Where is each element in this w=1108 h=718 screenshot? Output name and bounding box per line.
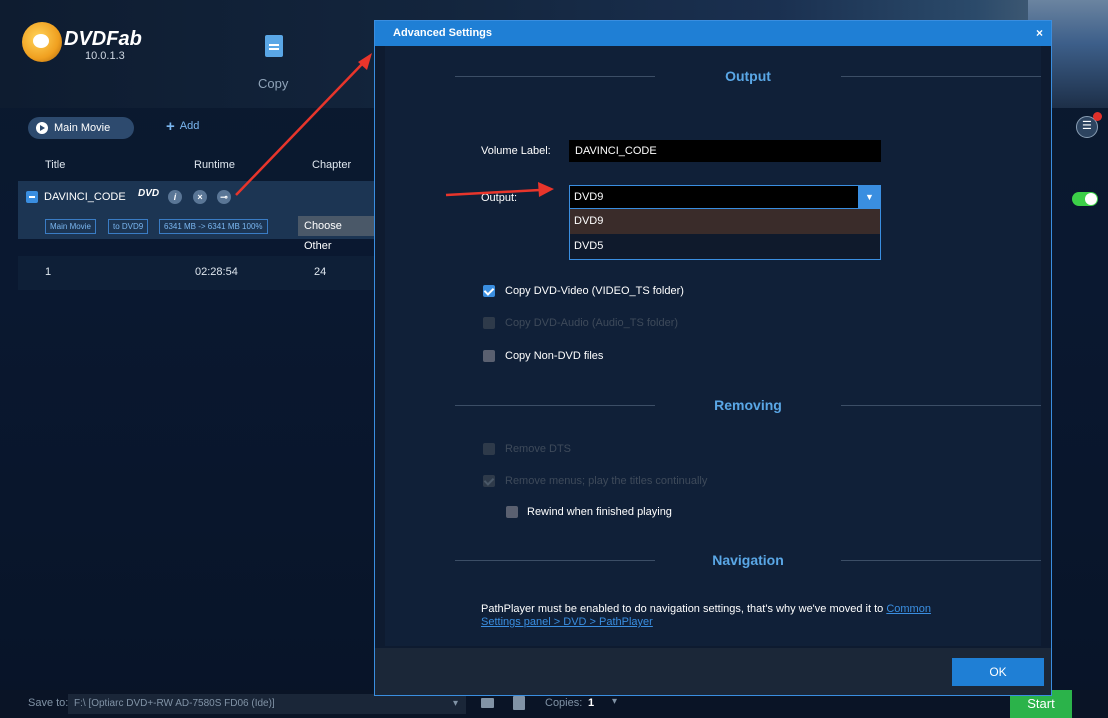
- dialog-body: Output Volume Label: DAVINCI_CODE Output…: [385, 46, 1041, 646]
- output-option-dvd9[interactable]: DVD9: [570, 209, 880, 234]
- rewind-label: Rewind when finished playing: [527, 506, 672, 518]
- removing-section-header: Removing: [455, 395, 1041, 415]
- row-runtime: 02:28:54: [195, 266, 238, 278]
- save-to-label: Save to:: [28, 697, 69, 709]
- copy-non-dvd-label: Copy Non-DVD files: [505, 350, 604, 362]
- size-tag: 6341 MB -> 6341 MB 100%: [159, 219, 268, 234]
- column-chapter[interactable]: Chapter: [312, 153, 351, 177]
- column-title[interactable]: Title: [45, 153, 65, 177]
- dvdfab-app: DVDFab 10.0.1.3 Copy – □ × Main Movie + …: [0, 0, 1108, 718]
- title-name: DAVINCI_CODE: [44, 191, 126, 203]
- copies-label: Copies:: [545, 697, 583, 709]
- output-dropdown: DVD9 DVD5: [569, 208, 881, 260]
- output-option-dvd5[interactable]: DVD5: [570, 234, 880, 259]
- copy-module-icon[interactable]: [265, 35, 283, 57]
- remove-dts-checkbox: [483, 443, 495, 455]
- collapse-icon[interactable]: [26, 191, 38, 203]
- iso-icon[interactable]: [513, 696, 525, 710]
- copies-value[interactable]: 1: [588, 697, 594, 709]
- output-section-header: Output: [455, 66, 1041, 86]
- chevron-down-icon[interactable]: ▼: [858, 186, 880, 208]
- remove-dts-label: Remove DTS: [505, 443, 572, 455]
- main-movie-tag: Main Movie: [45, 219, 96, 234]
- maximize-icon[interactable]: □: [1079, 14, 1086, 26]
- column-runtime[interactable]: Runtime: [194, 153, 235, 177]
- toggle-switch[interactable]: [1072, 192, 1098, 206]
- add-button[interactable]: + Add: [166, 117, 200, 135]
- notification-badge: [1093, 112, 1102, 121]
- brand-name: DVDFab: [64, 28, 142, 50]
- main-movie-label: Main Movie: [54, 122, 111, 134]
- copy-dvd-video-checkbox[interactable]: [483, 285, 495, 297]
- copy-dvd-audio-label: Copy DVD-Audio (Audio_TS folder): [505, 317, 679, 329]
- main-movie-button[interactable]: Main Movie: [28, 117, 134, 139]
- info-icon[interactable]: i: [168, 190, 182, 204]
- save-to-select[interactable]: F:\ [Optiarc DVD+-RW AD-7580S FD06 (Ide)…: [68, 694, 466, 714]
- copy-dvd-video-label: Copy DVD-Video (VIDEO_TS folder): [505, 285, 684, 297]
- rewind-checkbox[interactable]: [506, 506, 518, 518]
- close-icon[interactable]: ×: [1036, 21, 1043, 46]
- navigation-section-header: Navigation: [455, 550, 1041, 570]
- plus-icon: +: [166, 117, 175, 135]
- remove-menus-checkbox: [483, 475, 495, 487]
- output-section-title: Output: [725, 68, 771, 84]
- volume-label-input[interactable]: DAVINCI_CODE: [569, 140, 881, 162]
- output-selected-value: DVD9: [574, 191, 604, 203]
- folder-icon[interactable]: [481, 698, 494, 708]
- row-chapter: 24: [314, 266, 327, 278]
- chevron-down-icon[interactable]: ▾: [612, 696, 617, 707]
- navigation-note: PathPlayer must be enabled to do navigat…: [481, 603, 961, 629]
- volume-label-label: Volume Label:: [481, 145, 551, 157]
- navigation-note-text: PathPlayer must be enabled to do navigat…: [481, 603, 887, 615]
- remove-menus-label: Remove menus; play the titles continuall…: [505, 475, 708, 487]
- version-label: 10.0.1.3: [85, 50, 125, 62]
- title-item: DAVINCI_CODE DVD i × ⊸ Main Movie to DVD…: [18, 181, 378, 252]
- removing-section-title: Removing: [714, 397, 782, 413]
- copy-non-dvd-checkbox[interactable]: [483, 350, 495, 362]
- advanced-settings-dialog: Advanced Settings × Output Volume Label:…: [374, 20, 1052, 696]
- dvd-video-icon: DVD: [138, 188, 160, 199]
- add-label: Add: [179, 120, 200, 132]
- dialog-footer: OK: [375, 648, 1051, 695]
- copy-dvd-audio-checkbox: [483, 317, 495, 329]
- copy-module-label[interactable]: Copy: [258, 76, 288, 91]
- choose-other-button[interactable]: Choose Other: [298, 216, 378, 252]
- dialog-title: Advanced Settings: [375, 21, 1051, 46]
- minimize-icon[interactable]: –: [1065, 14, 1071, 26]
- remove-icon[interactable]: ×: [193, 190, 207, 204]
- play-circle-icon: [36, 122, 48, 134]
- ok-button[interactable]: OK: [952, 658, 1044, 686]
- table-row[interactable]: 1 02:28:54 24: [18, 256, 378, 290]
- close-window-icon[interactable]: ×: [1094, 14, 1100, 26]
- target-tag: to DVD9: [108, 219, 149, 234]
- row-title: 1: [45, 266, 52, 278]
- edit-icon[interactable]: ⊸: [217, 190, 231, 204]
- output-label: Output:: [481, 192, 518, 204]
- window-controls: – □ ×: [1065, 14, 1100, 26]
- dvdfab-logo-icon: [22, 22, 62, 62]
- output-select[interactable]: DVD9 ▼: [569, 185, 881, 209]
- navigation-section-title: Navigation: [712, 552, 784, 568]
